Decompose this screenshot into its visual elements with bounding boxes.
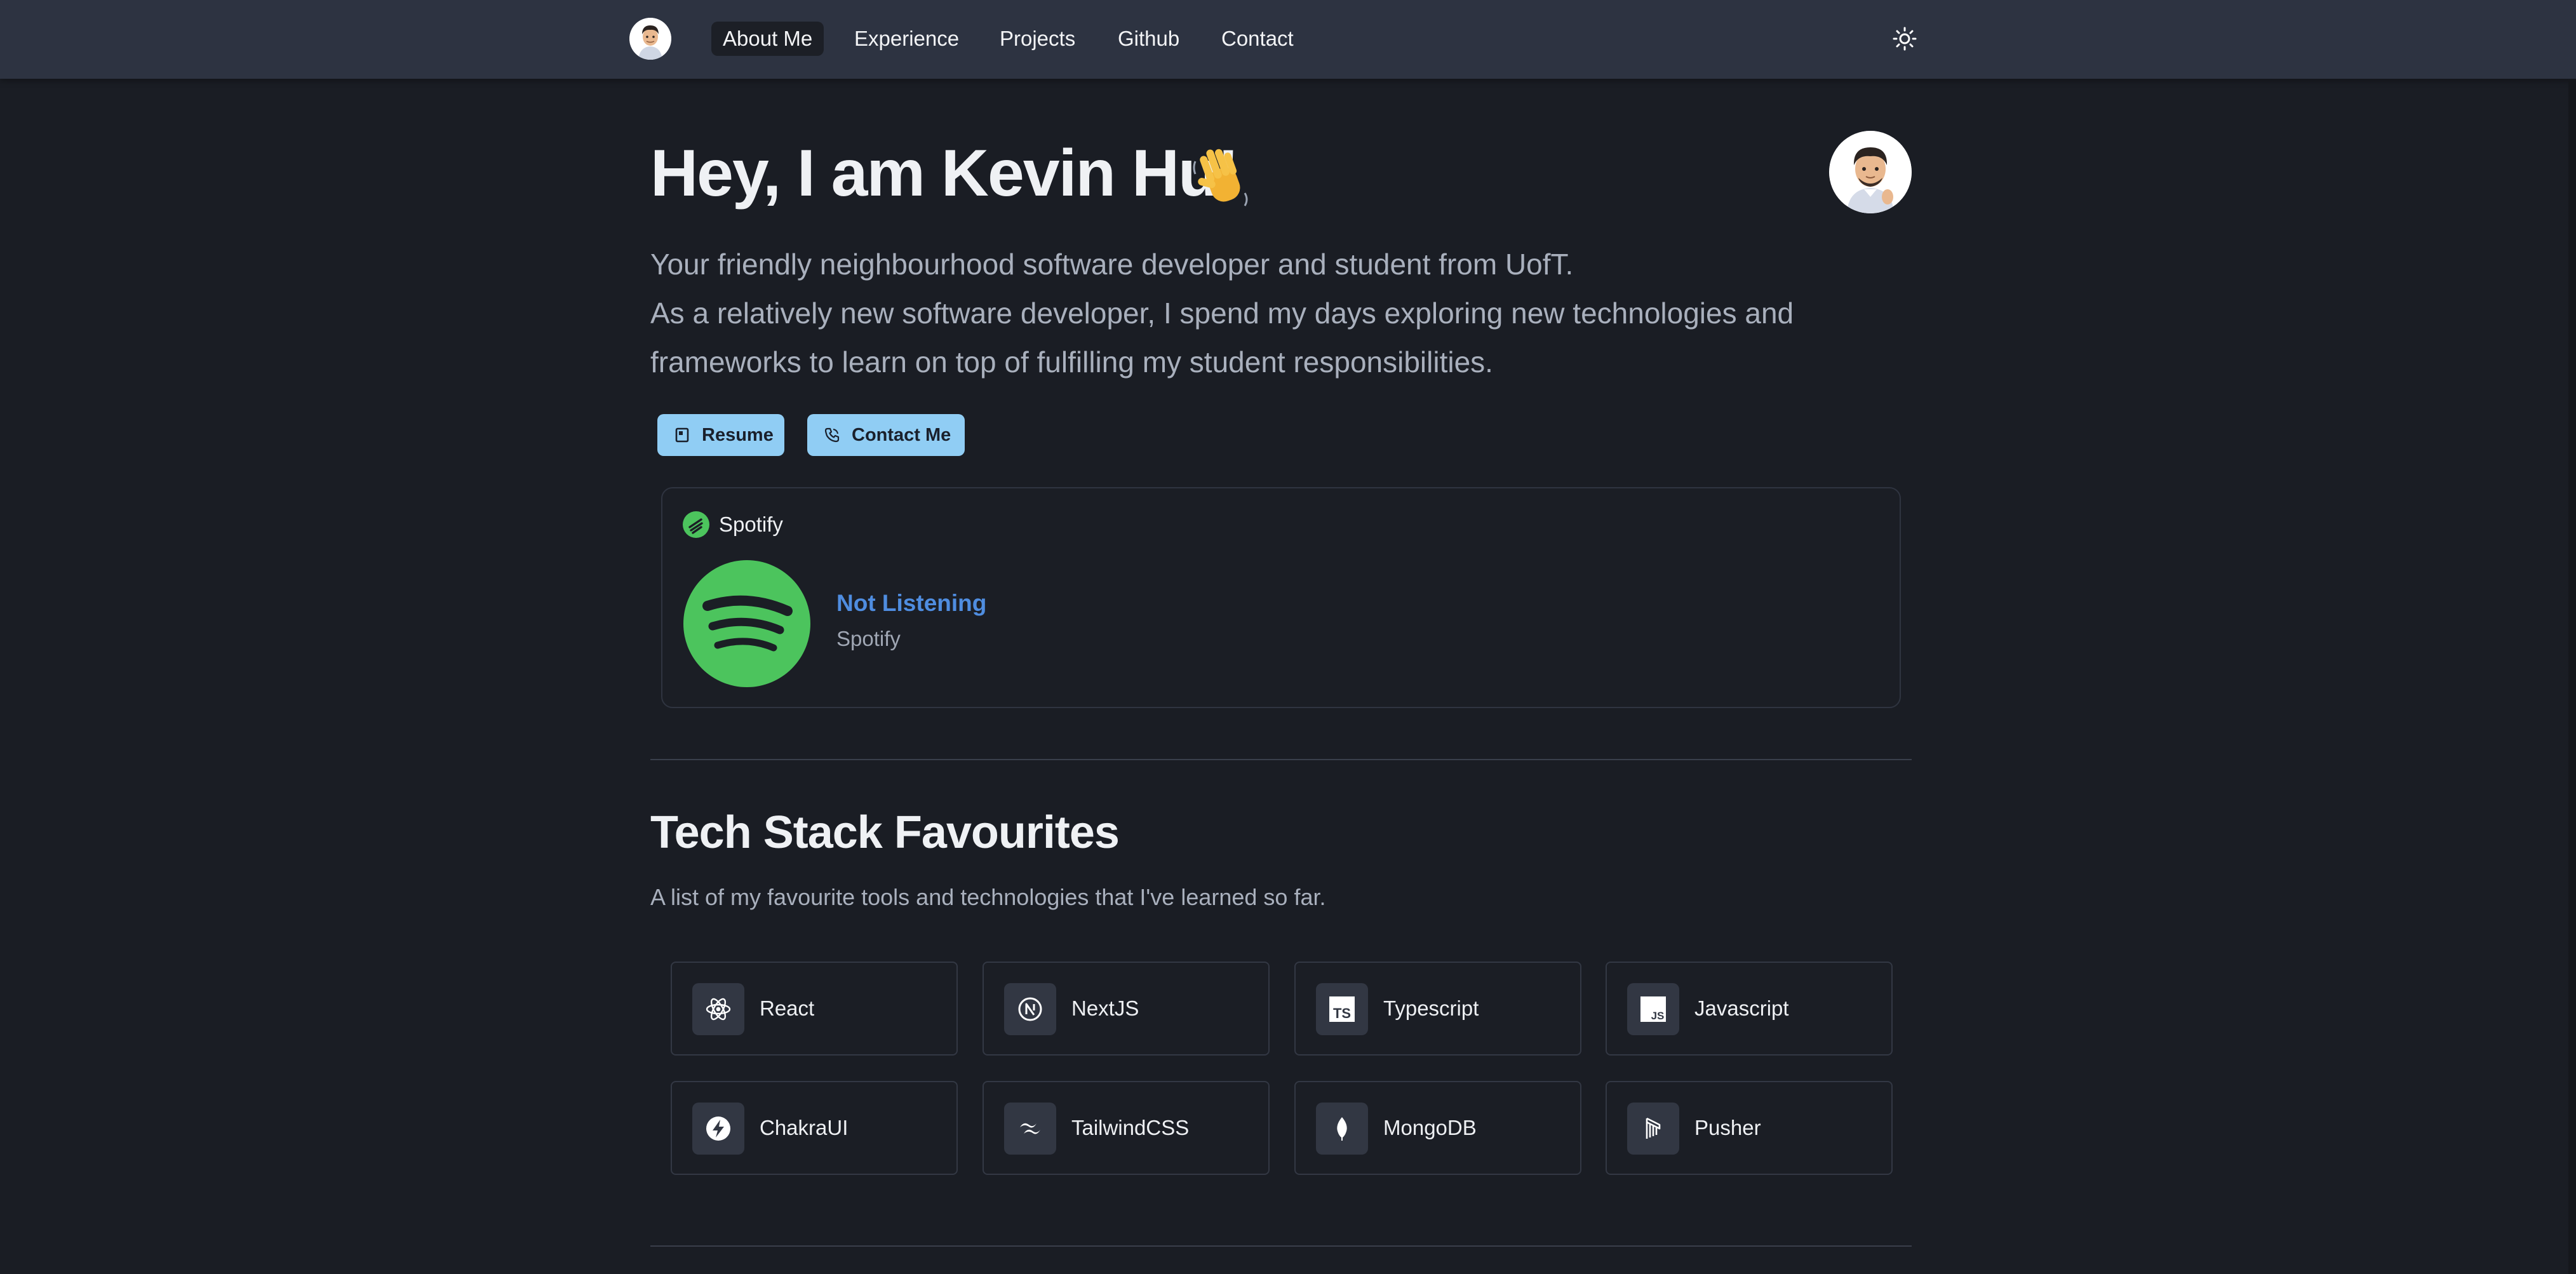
resume-button[interactable]: Resume <box>657 414 784 456</box>
tech-card-chakraui[interactable]: ChakraUI <box>671 1081 958 1175</box>
nav-projects[interactable]: Projects <box>988 22 1087 56</box>
tech-icon-container <box>1004 1103 1056 1155</box>
phone-icon <box>824 427 840 443</box>
contact-me-button[interactable]: Contact Me <box>807 414 965 456</box>
hero-line: frameworks to learn on top of fulfilling… <box>650 345 1493 379</box>
hero-line: Your friendly neighbourhood software dev… <box>650 248 1574 281</box>
tech-stack-title: Tech Stack Favourites <box>650 807 1120 858</box>
waving-hand-icon <box>1189 142 1254 211</box>
tailwindcss-icon <box>1020 1123 1040 1134</box>
tech-card-nextjs[interactable]: NextJS <box>983 962 1270 1056</box>
tech-card-react[interactable]: React <box>671 962 958 1056</box>
tech-card-javascript[interactable]: JS Javascript <box>1606 962 1893 1056</box>
tech-stack-subtitle: A list of my favourite tools and technol… <box>650 884 1326 910</box>
sun-icon <box>1893 27 1917 51</box>
tech-icon-container <box>1004 983 1056 1035</box>
nextjs-icon <box>1018 997 1042 1021</box>
theme-toggle-button[interactable] <box>1892 26 1917 51</box>
tech-icon-container: TS <box>1316 983 1368 1035</box>
react-icon <box>706 998 731 1021</box>
nav-about-me[interactable]: About Me <box>711 22 824 56</box>
tech-label: ChakraUI <box>760 1116 849 1139</box>
tech-label: React <box>760 996 815 1020</box>
spotify-logo-icon <box>683 560 810 687</box>
contact-me-button-label: Contact Me <box>852 424 951 445</box>
svg-text:TS: TS <box>1333 1005 1351 1021</box>
spotify-status[interactable]: Not Listening <box>836 590 986 617</box>
tech-card-tailwindcss[interactable]: TailwindCSS <box>983 1081 1270 1175</box>
tech-label: MongoDB <box>1383 1116 1477 1139</box>
tech-icon-container: JS <box>1627 983 1679 1035</box>
spotify-header-label: Spotify <box>719 513 783 536</box>
spotify-source: Spotify <box>836 627 901 650</box>
tech-label: Pusher <box>1694 1116 1761 1139</box>
nav-avatar[interactable] <box>629 18 671 60</box>
tech-label: Javascript <box>1694 996 1789 1020</box>
tech-icon-container <box>692 1103 744 1155</box>
tech-label: TailwindCSS <box>1071 1116 1190 1139</box>
section-divider <box>650 1245 1912 1247</box>
tech-icon-container <box>1316 1103 1368 1155</box>
spotify-card[interactable]: Spotify Not Listening Spotify <box>661 487 1901 708</box>
section-divider <box>650 759 1912 760</box>
chakraui-icon <box>706 1116 730 1141</box>
hero-description: Your friendly neighbourhood software dev… <box>650 240 1857 387</box>
nav-experience[interactable]: Experience <box>843 22 970 56</box>
tech-icon-container <box>1627 1103 1679 1155</box>
javascript-icon: JS <box>1640 996 1666 1022</box>
svg-text:JS: JS <box>1651 1010 1665 1022</box>
tech-icon-container <box>692 983 744 1035</box>
tech-card-pusher[interactable]: Pusher <box>1606 1081 1893 1175</box>
resume-button-label: Resume <box>702 424 774 445</box>
nav-github[interactable]: Github <box>1106 22 1191 56</box>
page-title: Hey, I am Kevin Hu! <box>650 137 1239 210</box>
typescript-icon: TS <box>1329 996 1355 1022</box>
tech-card-typescript[interactable]: TS Typescript <box>1294 962 1581 1056</box>
hero-line: As a relatively new software developer, … <box>650 297 1794 330</box>
nav-contact[interactable]: Contact <box>1210 22 1305 56</box>
spotify-icon <box>683 511 709 538</box>
mongodb-icon <box>1337 1117 1347 1141</box>
tech-card-mongodb[interactable]: MongoDB <box>1294 1081 1581 1175</box>
scrollbar[interactable] <box>2568 79 2576 1274</box>
navbar: About Me Experience Projects Github Cont… <box>0 0 2576 79</box>
pusher-icon <box>1646 1117 1661 1139</box>
tech-label: Typescript <box>1383 996 1479 1020</box>
tech-label: NextJS <box>1071 996 1139 1020</box>
document-icon <box>675 427 689 443</box>
profile-avatar <box>1829 131 1912 213</box>
